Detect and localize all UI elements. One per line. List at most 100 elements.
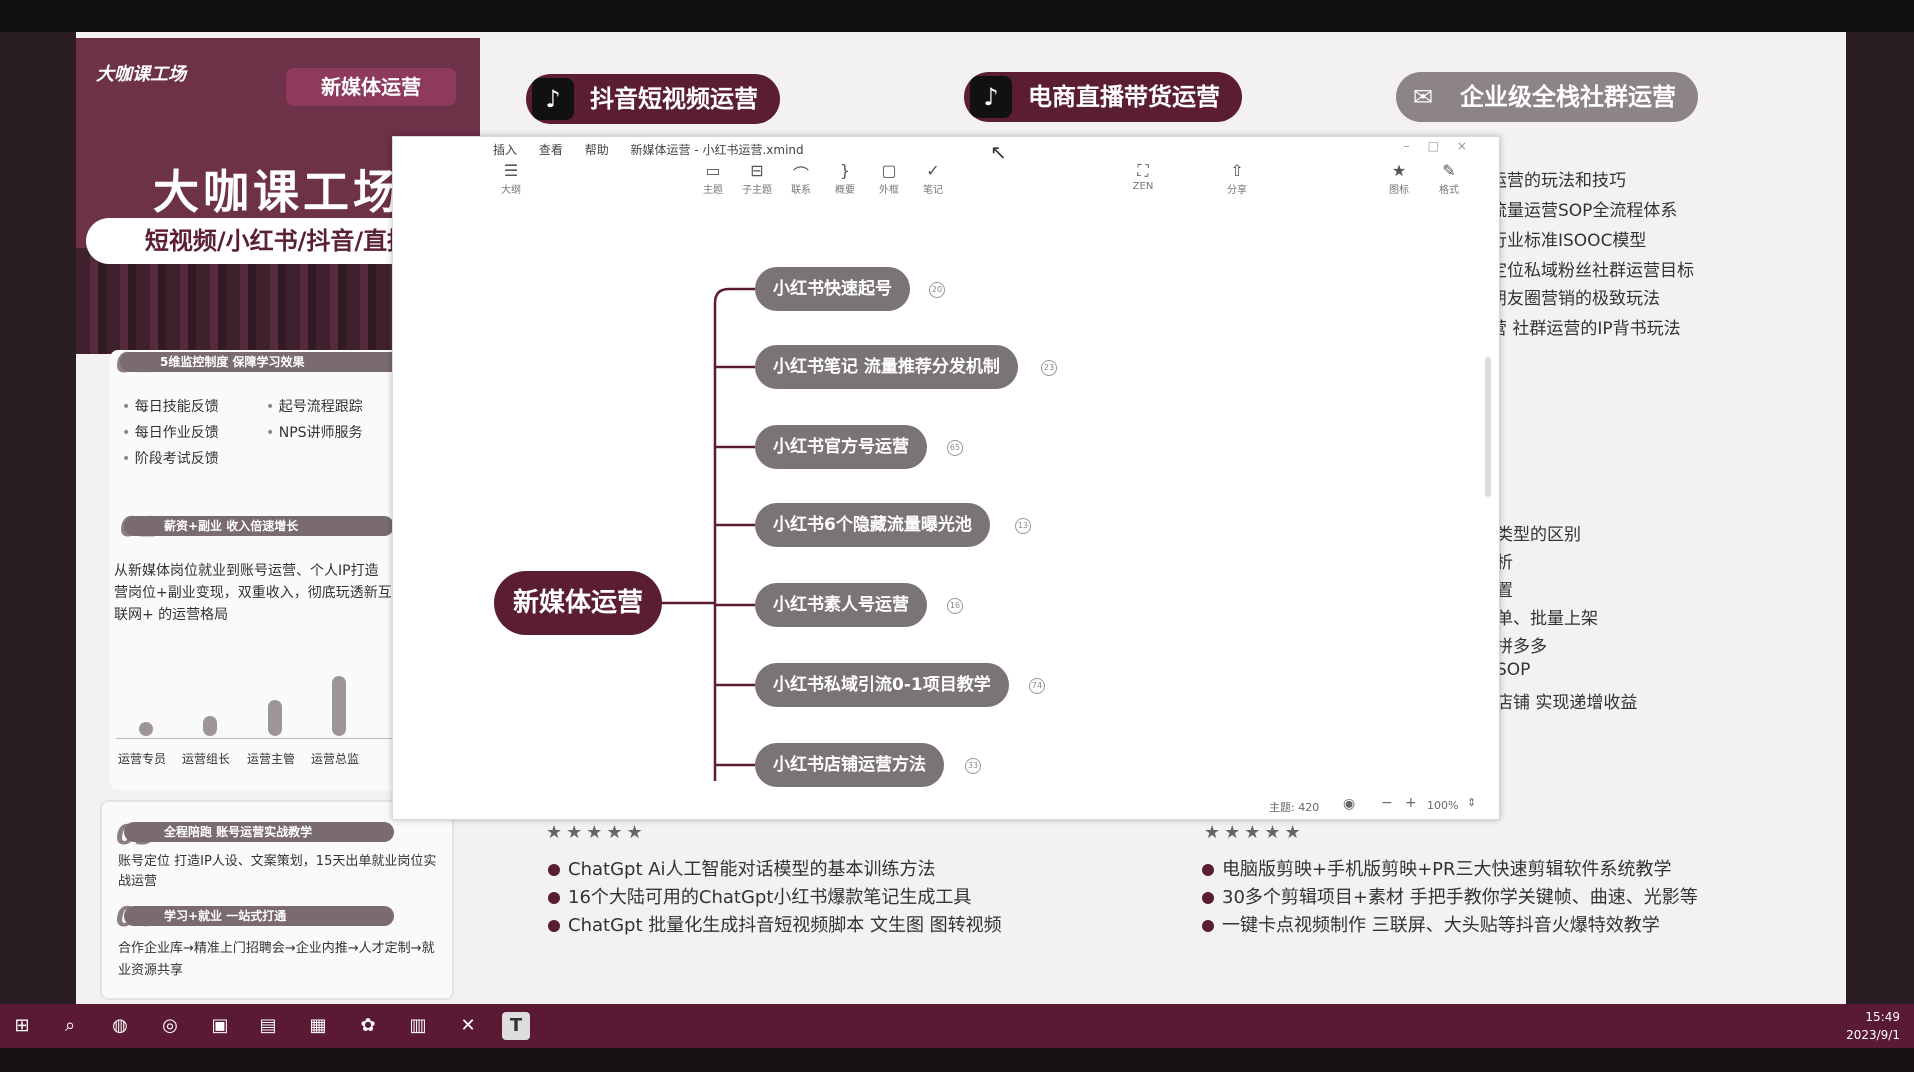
bullet-icon: [1202, 864, 1214, 876]
bullet-icon: [1202, 892, 1214, 904]
screen-bottom-edge: [0, 1048, 1914, 1072]
header-douyin: ♪ 抖音短视频运营: [526, 74, 780, 124]
list-item: 电脑版剪映+手机版剪映+PR三大快速剪辑软件系统教学: [1202, 856, 1698, 884]
bar-label: 运营专员: [118, 752, 167, 766]
list-item: 一键卡点视频制作 三联屏、大头贴等抖音火爆特效教学: [1202, 912, 1698, 940]
file-explorer-icon[interactable]: ▥: [404, 1012, 432, 1040]
right-list-item: 单、批量上架: [1496, 609, 1598, 629]
root-topic[interactable]: 新媒体运营: [494, 571, 662, 635]
right-list-item: 行业标准ISOOC模型: [1490, 231, 1647, 251]
brand-tag: 新媒体运营: [286, 68, 456, 106]
topic-node[interactable]: 小红书私域引流0-1项目教学: [755, 663, 1009, 707]
list-item: 16个大陆可用的ChatGpt小红书爆款笔记生成工具: [548, 884, 1002, 912]
photos-app-icon[interactable]: ▦: [304, 1012, 332, 1040]
section-02-text: 从新媒体岗位就业到账号运营、个人IP打造营岗位+副业变现，双重收入，彻底玩透新互…: [114, 563, 392, 623]
section-03-tag: 全程陪跑 账号运营实战教学: [124, 822, 394, 842]
bullet-icon: [548, 864, 560, 876]
s01-item: 阶段考试反馈: [122, 448, 219, 468]
edge-browser-icon[interactable]: ◍: [106, 1012, 134, 1040]
app-icon[interactable]: ▣: [206, 1012, 234, 1040]
s01-item: 每日技能反馈: [122, 396, 219, 416]
bullet-icon: [548, 920, 560, 932]
rating-stars: ★★★★★: [1204, 822, 1305, 843]
header-wechat: ✉ 企业级全栈社群运营: [1396, 72, 1698, 122]
topic-node[interactable]: 小红书素人号运营: [755, 583, 927, 627]
eye-icon[interactable]: ◉: [1343, 796, 1355, 812]
bullet-icon: [548, 892, 560, 904]
topic-count-badge[interactable]: 20: [929, 282, 945, 298]
header-douyin-label: 抖音短视频运营: [590, 85, 758, 113]
mouse-cursor-icon: ↖: [990, 140, 1007, 164]
bar-axis: [116, 738, 396, 739]
topic-node[interactable]: 小红书官方号运营: [755, 425, 927, 469]
salary-bar: [268, 700, 282, 736]
s01-item: 起号流程跟踪: [266, 396, 363, 416]
header-wechat-label: 企业级全栈社群运营: [1460, 83, 1676, 111]
header-ecom: ♪ 电商直播带货运营: [964, 72, 1242, 122]
rating-stars: ★★★★★: [546, 822, 647, 843]
section-02-tag: 薪资+副业 收入倍速增长: [124, 516, 394, 536]
topic-count-badge[interactable]: 23: [1041, 360, 1057, 376]
topic-count-badge[interactable]: 65: [947, 440, 963, 456]
right-list-item: 定位私域粉丝社群运营目标: [1490, 261, 1694, 281]
topic-count-badge[interactable]: 16: [947, 598, 963, 614]
right-list-item: 运营的玩法和技巧: [1490, 171, 1626, 191]
right-list-item: 流量运营SOP全流程体系: [1490, 201, 1678, 221]
system-clock[interactable]: 15:49 2023/9/1: [1846, 1008, 1900, 1044]
clock-date: 2023/9/1: [1846, 1028, 1900, 1042]
section-03-text: 账号定位 打造IP人设、文案策划，15天出单就业岗位实战运营: [118, 854, 437, 889]
topic-count-badge[interactable]: 74: [1029, 678, 1045, 694]
tiktok-icon: ♪: [970, 76, 1012, 118]
salary-bar: [139, 722, 153, 736]
list-item: 30多个剪辑项目+素材 手把手教你学关键帧、曲速、光影等: [1202, 884, 1698, 912]
bar-label: 运营组长: [182, 752, 231, 766]
vertical-scrollbar[interactable]: [1485, 357, 1491, 497]
s01-item: 每日作业反馈: [122, 422, 219, 442]
typora-app-icon[interactable]: T: [502, 1012, 530, 1040]
bullet-icon: [1202, 920, 1214, 932]
salary-bar: [203, 716, 217, 736]
topic-count-badge[interactable]: 13: [1015, 518, 1031, 534]
right-list-item: 拼多多: [1496, 637, 1547, 657]
xmind-app-icon[interactable]: ✿: [354, 1012, 382, 1040]
right-list-item: 朋友圈营销的极致玩法: [1490, 289, 1660, 309]
bottom-right-list: 电脑版剪映+手机版剪映+PR三大快速剪辑软件系统教学 30多个剪辑项目+素材 手…: [1202, 856, 1698, 940]
chrome-icon[interactable]: ◎: [156, 1012, 184, 1040]
list-item: ChatGpt 批量化生成抖音短视频脚本 文生图 图转视频: [548, 912, 1002, 940]
clock-time: 15:49: [1865, 1010, 1900, 1024]
topic-count: 主题: 420: [1269, 801, 1320, 814]
brand-logo: 大咖课工场: [96, 64, 186, 85]
xmind-window[interactable]: 插入 查看 帮助 新媒体运营 - 小红书运营.xmind –□× ☰ 大纲 ▭ 主题…: [392, 136, 1500, 820]
list-item: ChatGpt Ai人工智能对话模型的基本训练方法: [548, 856, 1002, 884]
tool-app-icon[interactable]: ✕: [454, 1012, 482, 1040]
topic-node[interactable]: 小红书笔记 流量推荐分发机制: [755, 345, 1018, 389]
s01-item: NPS讲师服务: [266, 422, 363, 442]
right-list-item: 营 社群运营的IP背书玩法: [1490, 319, 1681, 339]
search-icon[interactable]: ⌕: [56, 1012, 84, 1040]
bottom-left-list: ChatGpt Ai人工智能对话模型的基本训练方法 16个大陆可用的ChatGp…: [548, 856, 1002, 940]
right-list-item: 店铺 实现递增收益: [1496, 693, 1638, 713]
header-ecom-label: 电商直播带货运营: [1028, 83, 1220, 111]
zoom-out-button[interactable]: −: [1381, 795, 1393, 811]
zoom-stepper-icon[interactable]: ⇕: [1467, 796, 1476, 809]
right-list-item: SOP: [1496, 660, 1531, 680]
section-04-tag: 学习+就业 一站式打通: [124, 906, 394, 926]
topic-node[interactable]: 小红书6个隐藏流量曝光池: [755, 503, 990, 547]
topic-count-badge[interactable]: 33: [965, 758, 981, 774]
wechat-icon: ✉: [1402, 76, 1444, 118]
tiktok-icon: ♪: [532, 78, 574, 120]
section-04-text: 合作企业库→精准上门招聘会→企业内推→人才定制→就业资源共享: [118, 941, 435, 978]
bar-label: 运营主管: [247, 752, 296, 766]
top-band: [0, 0, 1914, 32]
topic-node[interactable]: 小红书快速起号: [755, 267, 910, 311]
windows-start-icon[interactable]: ⊞: [8, 1012, 36, 1040]
bar-label: 运营总监: [311, 752, 360, 766]
status-bar: 主题: 420 ◉ − + 100% ⇕: [393, 791, 1499, 819]
notes-app-icon[interactable]: ▤: [254, 1012, 282, 1040]
topic-node[interactable]: 小红书店铺运营方法: [755, 743, 944, 787]
zoom-in-button[interactable]: +: [1405, 795, 1417, 811]
taskbar: ⊞ ⌕ ◍ ◎ ▣ ▤ ▦ ✿ ▥ ✕ T 15:49 2023/9/1: [0, 1004, 1914, 1048]
section-01-tag: 5维监控制度 保障学习效果: [120, 352, 420, 372]
zoom-level[interactable]: 100%: [1427, 799, 1458, 812]
mindmap-connectors: [662, 287, 755, 781]
